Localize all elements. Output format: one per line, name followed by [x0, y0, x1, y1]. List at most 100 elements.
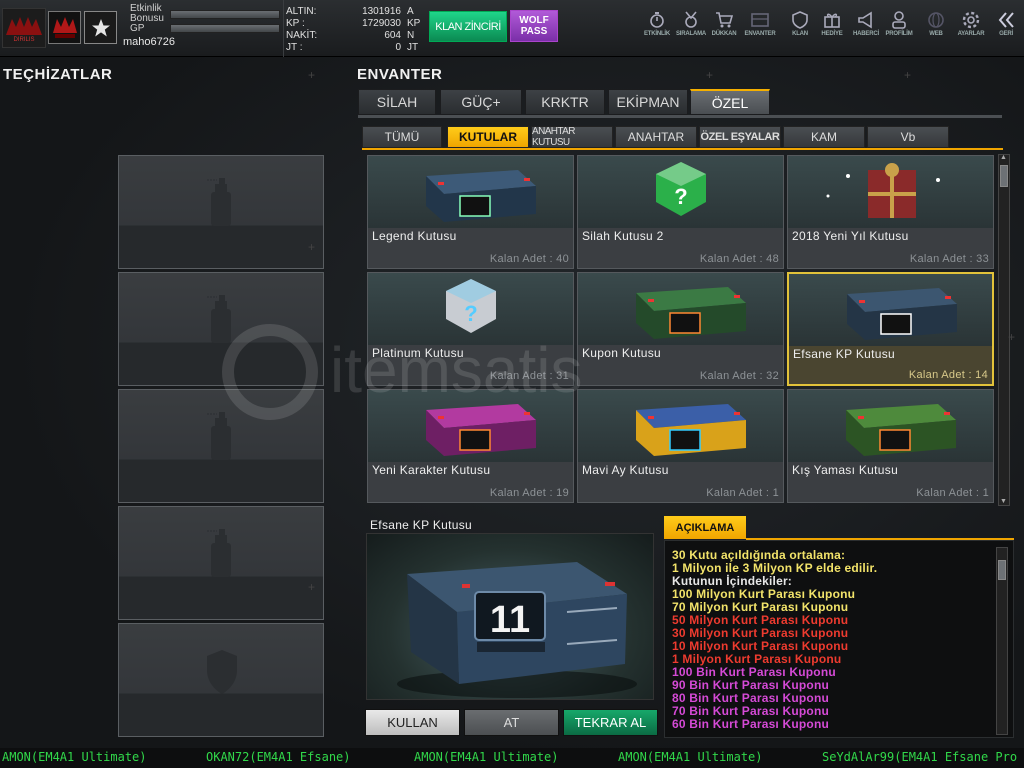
inventory-item[interactable]: ? Silah Kutusu 2 Kalan Adet : 48 — [577, 155, 784, 269]
item-count: Kalan Adet : 48 — [699, 253, 779, 265]
currency-label: NAKİT: — [286, 30, 318, 41]
description-scrollbar[interactable] — [996, 547, 1008, 735]
svg-text:?: ? — [464, 301, 477, 326]
subtab-boxes[interactable]: KUTULAR — [447, 126, 529, 148]
item-name: Mavi Ay Kutusu — [582, 463, 669, 477]
gear-icon — [952, 10, 990, 30]
gp-bar — [170, 24, 280, 33]
subtab-all[interactable]: TÜMÜ — [362, 126, 442, 148]
tab-ozel[interactable]: ÖZEL — [690, 89, 770, 115]
plus-mark: + — [904, 68, 912, 82]
inventory-item[interactable]: Kış Yaması Kutusu Kalan Adet : 1 — [787, 389, 994, 503]
item-name: Silah Kutusu 2 — [582, 229, 664, 243]
spray-can-icon — [205, 525, 239, 579]
subtab-underline — [362, 148, 1003, 150]
ticker-item: AMON(EM4A1 Ultimate) — [618, 750, 763, 764]
item-count: Kalan Adet : 31 — [489, 370, 569, 382]
item-image — [578, 273, 783, 345]
inventory-item[interactable]: Mavi Ay Kutusu Kalan Adet : 1 — [577, 389, 784, 503]
description-line: 60 Bin Kurt Parası Kuponu — [672, 717, 830, 731]
nav-item-cart[interactable]: DÜKKAN — [705, 10, 743, 50]
rebuy-button[interactable]: TEKRAR AL — [563, 709, 658, 736]
nav-label: ETKİNLİK — [643, 31, 671, 37]
nav-item-gear[interactable]: AYARLAR — [952, 10, 990, 50]
nav-item-gift[interactable]: HEDİYE — [813, 10, 851, 50]
subtab-keys[interactable]: ANAHTAR — [615, 126, 697, 148]
description-scroll-thumb[interactable] — [998, 560, 1006, 580]
item-name: Platinum Kutusu — [372, 346, 464, 360]
tab-ekipman[interactable]: EKİPMAN — [608, 89, 688, 115]
ticker-item: SeYdAlAr99(EM4A1 Efsane Pro — [822, 750, 1018, 764]
currency-value: 1729030 — [362, 18, 401, 29]
nav-item-inventory[interactable]: ENVANTER — [741, 10, 779, 50]
item-count: Kalan Adet : 40 — [489, 253, 569, 265]
description-box: 30 Kutu açıldığında ortalama: 1 Milyon il… — [664, 540, 1014, 738]
plus-mark: + — [308, 580, 316, 594]
item-image: ? — [368, 273, 573, 345]
nav-label: HEDİYE — [821, 31, 843, 37]
selected-item-image: 11 — [366, 533, 654, 700]
spray-can-icon — [205, 291, 239, 345]
equipment-slot[interactable] — [118, 623, 324, 737]
back-icon — [987, 10, 1024, 30]
item-name: Kupon Kutusu — [582, 346, 661, 360]
scroll-up-icon[interactable]: ▲ — [1000, 154, 1007, 161]
tab-silah[interactable]: SİLAH — [358, 89, 436, 115]
tab-krktr[interactable]: KRKTR — [525, 89, 605, 115]
klan-chain-button[interactable]: KLAN ZİNCİRİ — [429, 11, 507, 42]
item-name: 2018 Yeni Yıl Kutusu — [792, 229, 909, 243]
inventory-item[interactable]: Yeni Karakter Kutusu Kalan Adet : 19 — [367, 389, 574, 503]
nav-item-globe[interactable]: WEB — [917, 10, 955, 50]
rebuy-button-label: TEKRAR AL — [574, 715, 647, 730]
nav-item-stopwatch[interactable]: ETKİNLİK — [638, 10, 676, 50]
item-name: Yeni Karakter Kutusu — [372, 463, 491, 477]
currency-label: ALTIN: — [286, 6, 317, 17]
selected-item-name: Efsane KP Kutusu — [370, 518, 472, 532]
nav-item-profile[interactable]: PROFİLİM — [880, 10, 918, 50]
item-image — [788, 156, 993, 228]
currency-unit: A — [407, 6, 414, 17]
tab-underline — [358, 115, 1002, 118]
description-lines: 30 Kutu açıldığında ortalama: 1 Milyon il… — [672, 549, 877, 731]
subtab-special-items[interactable]: ÖZEL EŞYALAR — [699, 126, 781, 148]
subtab-other[interactable]: Vb — [867, 126, 949, 148]
username: maho6726 — [123, 36, 175, 48]
subtab-kam[interactable]: KAM — [783, 126, 865, 148]
nav-label: DÜKKAN — [711, 31, 737, 37]
currency-row: ALTIN: 1301916 A — [286, 6, 421, 18]
equipment-slot[interactable] — [118, 272, 324, 386]
equipment-slot[interactable] — [118, 389, 324, 503]
use-button[interactable]: KULLAN — [365, 709, 460, 736]
drop-button-label: AT — [503, 715, 520, 730]
nav-label: ENVANTER — [744, 31, 776, 37]
game-logo: DIRILIS — [2, 8, 46, 48]
inventory-item[interactable]: 2018 Yeni Yıl Kutusu Kalan Adet : 33 — [787, 155, 994, 269]
wolf-pass-line1: WOLF — [519, 15, 549, 26]
ticker-item: OKAN72(EM4A1 Efsane) — [206, 750, 351, 764]
clan-emblem[interactable] — [48, 11, 81, 44]
equipment-slot[interactable] — [118, 506, 324, 620]
item-name: Legend Kutusu — [372, 229, 457, 243]
currency-row: KP : 1729030 KP — [286, 18, 421, 30]
inventory-item[interactable]: Kupon Kutusu Kalan Adet : 32 — [577, 272, 784, 386]
inventory-item[interactable]: Legend Kutusu Kalan Adet : 40 — [367, 155, 574, 269]
tab-guc[interactable]: GÜÇ+ — [440, 89, 522, 115]
event-bonus-label: Etkinlik Bonusu — [130, 3, 164, 24]
scroll-down-icon[interactable]: ▼ — [1000, 498, 1007, 505]
equipment-slot[interactable] — [118, 155, 324, 269]
inventory-item[interactable]: Efsane KP Kutusu Kalan Adet : 14 — [787, 272, 994, 386]
nav-item-back[interactable]: GERİ — [987, 10, 1024, 50]
currency-label: KP : — [286, 18, 305, 29]
divider — [283, 0, 284, 57]
inventory-item[interactable]: ? Platinum Kutusu Kalan Adet : 31 — [367, 272, 574, 386]
currency-row: JT : 0 JT — [286, 42, 421, 54]
wolf-pass-button[interactable]: WOLF PASS — [510, 10, 558, 42]
ticker-bar: AMON(EM4A1 Ultimate) OKAN72(EM4A1 Efsane)… — [0, 748, 1024, 768]
item-count: Kalan Adet : 19 — [489, 487, 569, 499]
drop-button[interactable]: AT — [464, 709, 559, 736]
stopwatch-icon — [638, 10, 676, 30]
inventory-icon — [741, 10, 779, 30]
item-image — [788, 390, 993, 462]
grid-scroll-thumb[interactable] — [1000, 165, 1008, 187]
subtab-key-boxes[interactable]: ANAHTAR KUTUSU — [531, 126, 613, 148]
